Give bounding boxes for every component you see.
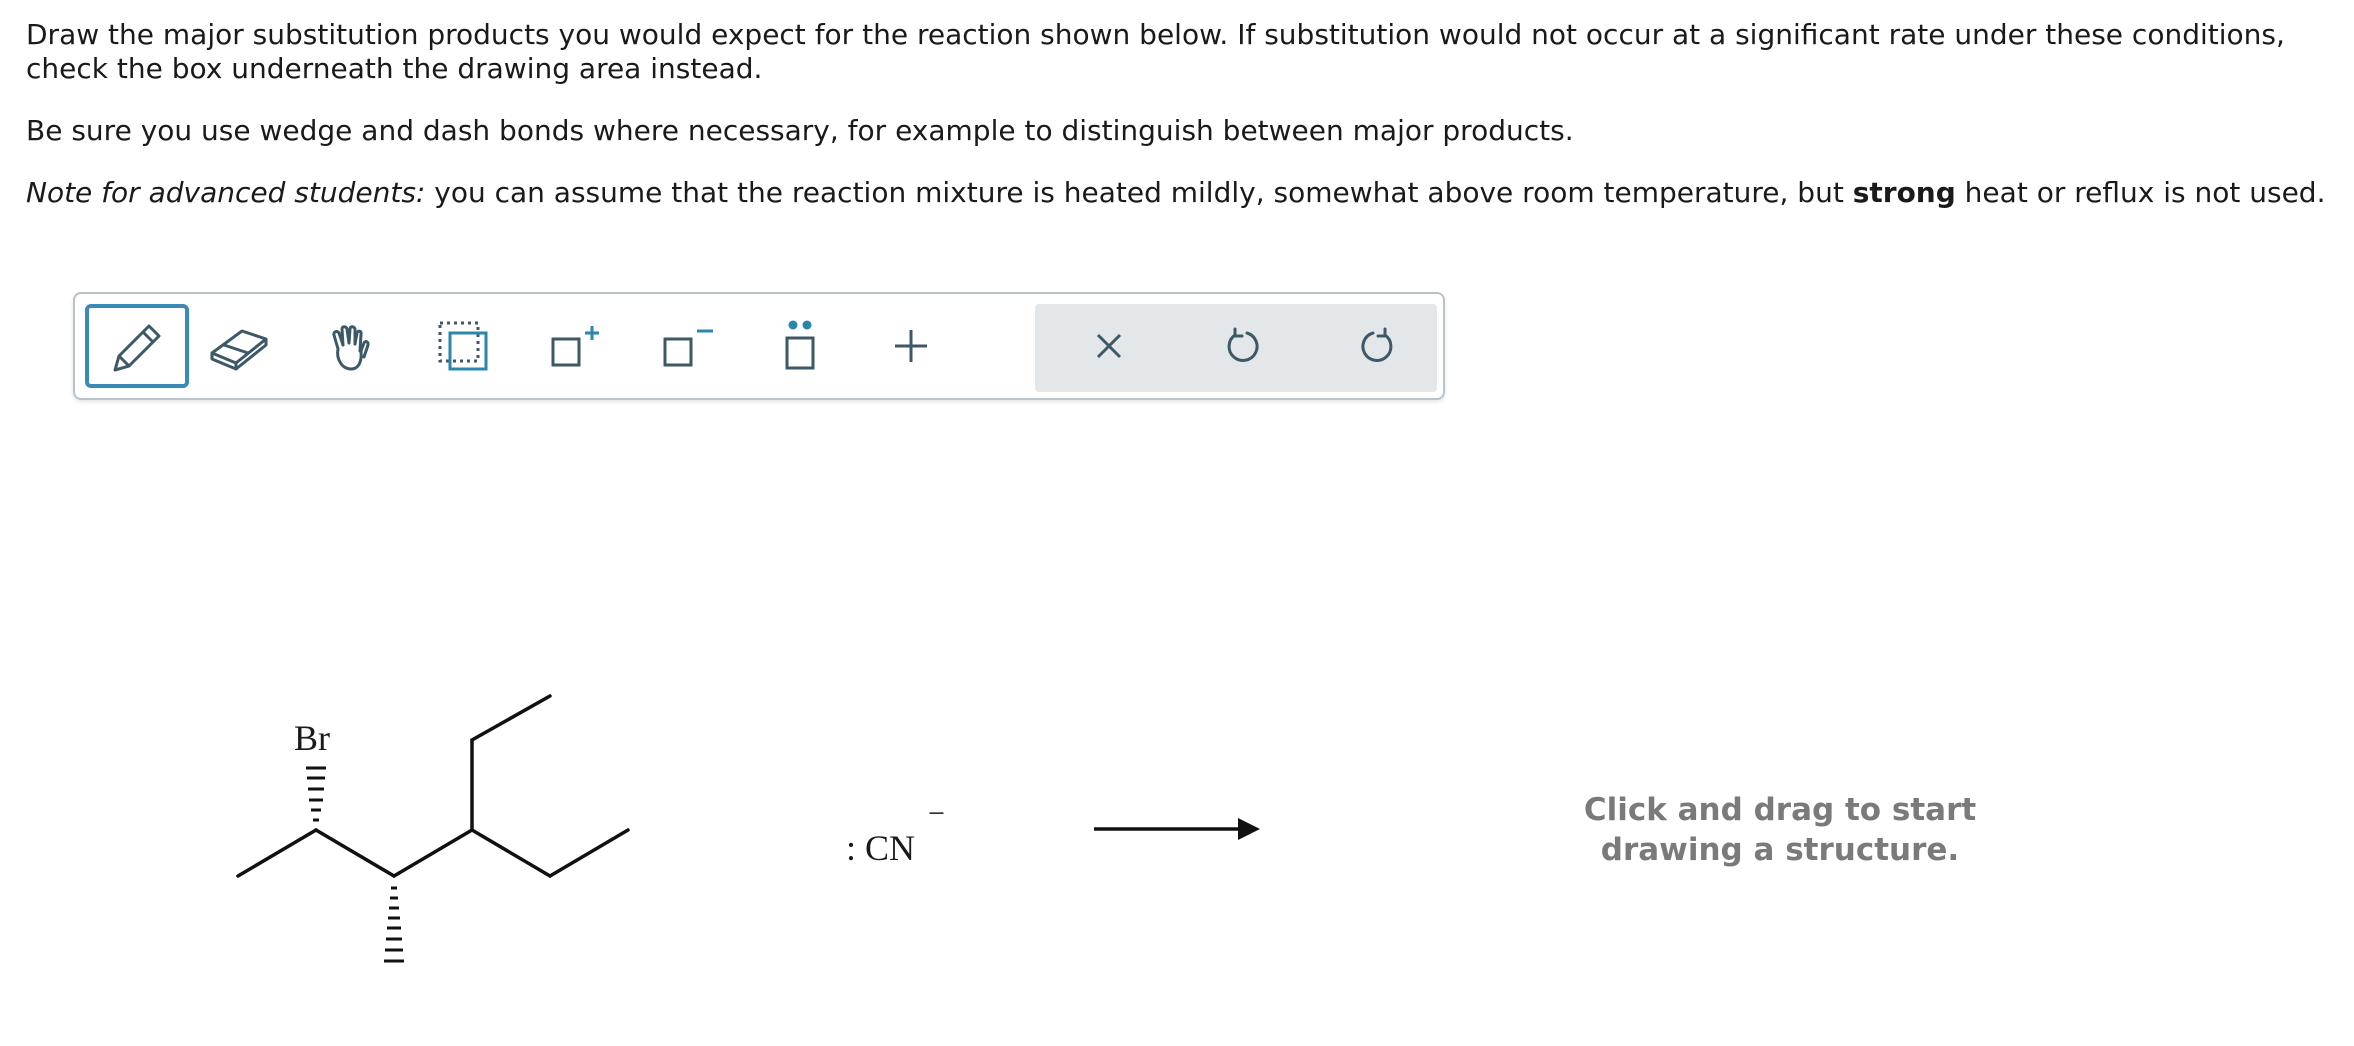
plus-icon [895,330,927,362]
instruction-paragraph-3: Note for advanced students: you can assu… [26,176,2326,210]
undo-icon [1227,327,1259,362]
negative-charge-icon [663,329,713,367]
lone-pair-icon [785,320,815,370]
instruction-paragraph-2: Be sure you use wedge and dash bonds whe… [26,114,1574,147]
pencil-icon [113,324,161,372]
canvas-hint: Click and drag to start drawing a struct… [1530,790,2030,870]
add-arrow-tool[interactable] [859,304,963,388]
hand-icon [332,325,370,371]
drawing-toolbar [73,292,1445,400]
pencil-tool[interactable] [85,304,189,388]
add-lone-pair-tool[interactable] [747,304,851,388]
cyanide-reagent-label: : CN [846,828,916,868]
eraser-tool[interactable] [187,304,291,388]
eraser-icon [210,329,268,371]
canvas-hint-line-2: drawing a structure. [1600,832,1960,868]
select-tool[interactable] [411,304,515,388]
add-negative-charge-tool[interactable] [635,304,739,388]
instruction-paragraph-1: Draw the major substitution products you… [26,18,2285,85]
redo-icon [1361,327,1393,362]
close-icon [1096,333,1122,359]
canvas-hint-line-1: Click and drag to start [1583,792,1977,828]
advanced-note-emphasis: strong [1852,176,1956,209]
advanced-note-text-b: heat or reflux is not used. [1955,176,2326,209]
selection-box-icon [438,321,488,371]
clear-button[interactable] [1057,304,1161,388]
hand-tool[interactable] [299,304,403,388]
positive-charge-icon [551,326,599,367]
advanced-note-text-a: you can assume that the reaction mixture… [425,176,1853,209]
bromine-label: Br [294,718,330,758]
redo-button[interactable] [1325,304,1429,388]
add-positive-charge-tool[interactable] [523,304,627,388]
advanced-note-label: Note for advanced students: [26,176,426,209]
negative-charge-label: − [928,797,945,830]
undo-button[interactable] [1191,304,1295,388]
drawing-canvas[interactable] [0,420,2354,1046]
